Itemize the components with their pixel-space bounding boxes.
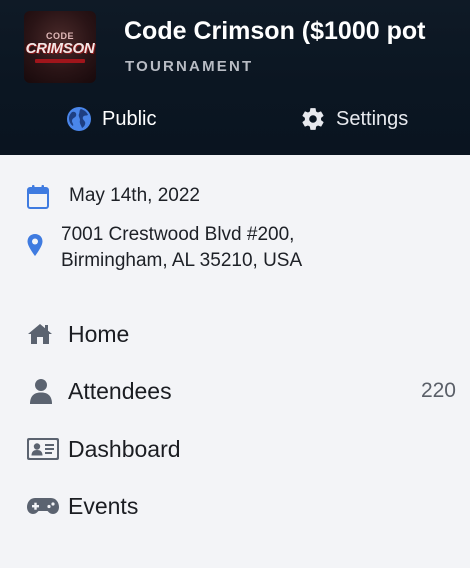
event-location: 7001 Crestwood Blvd #200, Birmingham, AL… [26, 222, 302, 274]
nav-item-attendees[interactable]: Attendees 220 [26, 374, 456, 408]
nav-item-home-label: Home [68, 320, 130, 347]
globe-icon [66, 106, 92, 132]
event-details-panel: May 14th, 2022 7001 Crestwood Blvd #200,… [0, 155, 470, 568]
event-address: 7001 Crestwood Blvd #200, Birmingham, AL… [61, 222, 302, 274]
nav-item-events[interactable]: Events [26, 489, 456, 523]
address-line-2: Birmingham, AL 35210, USA [61, 250, 303, 271]
nav-item-events-label: Events [68, 492, 139, 519]
nav-item-dashboard-label: Dashboard [68, 435, 181, 462]
attendee-count: 220 [420, 379, 456, 402]
calendar-icon [26, 184, 50, 215]
event-type: TOURNAMENT [125, 58, 254, 75]
event-logo: CODE CRIMSON [24, 11, 96, 83]
gear-icon [300, 106, 326, 132]
event-date-text: May 14th, 2022 [69, 185, 200, 206]
tab-public[interactable]: Public [66, 102, 156, 136]
event-title: Code Crimson ($1000 pot [124, 17, 426, 45]
event-date: May 14th, 2022 [26, 184, 200, 215]
tab-public-label: Public [102, 107, 157, 130]
tab-settings[interactable]: Settings [300, 102, 408, 136]
address-line-1: 7001 Crestwood Blvd #200, [61, 224, 295, 245]
nav-item-attendees-label: Attendees [68, 377, 172, 404]
logo-bar [35, 59, 85, 63]
gamepad-icon [26, 494, 60, 518]
location-pin-icon [26, 233, 44, 262]
home-icon [26, 322, 60, 346]
person-icon [26, 377, 60, 405]
nav-item-dashboard[interactable]: Dashboard [26, 432, 456, 466]
event-header: CODE CRIMSON Code Crimson ($1000 pot TOU… [0, 0, 470, 155]
nav-item-home[interactable]: Home [26, 317, 456, 351]
tab-settings-label: Settings [336, 107, 409, 130]
logo-text-main: CRIMSON [25, 40, 95, 57]
id-card-icon [26, 436, 60, 462]
